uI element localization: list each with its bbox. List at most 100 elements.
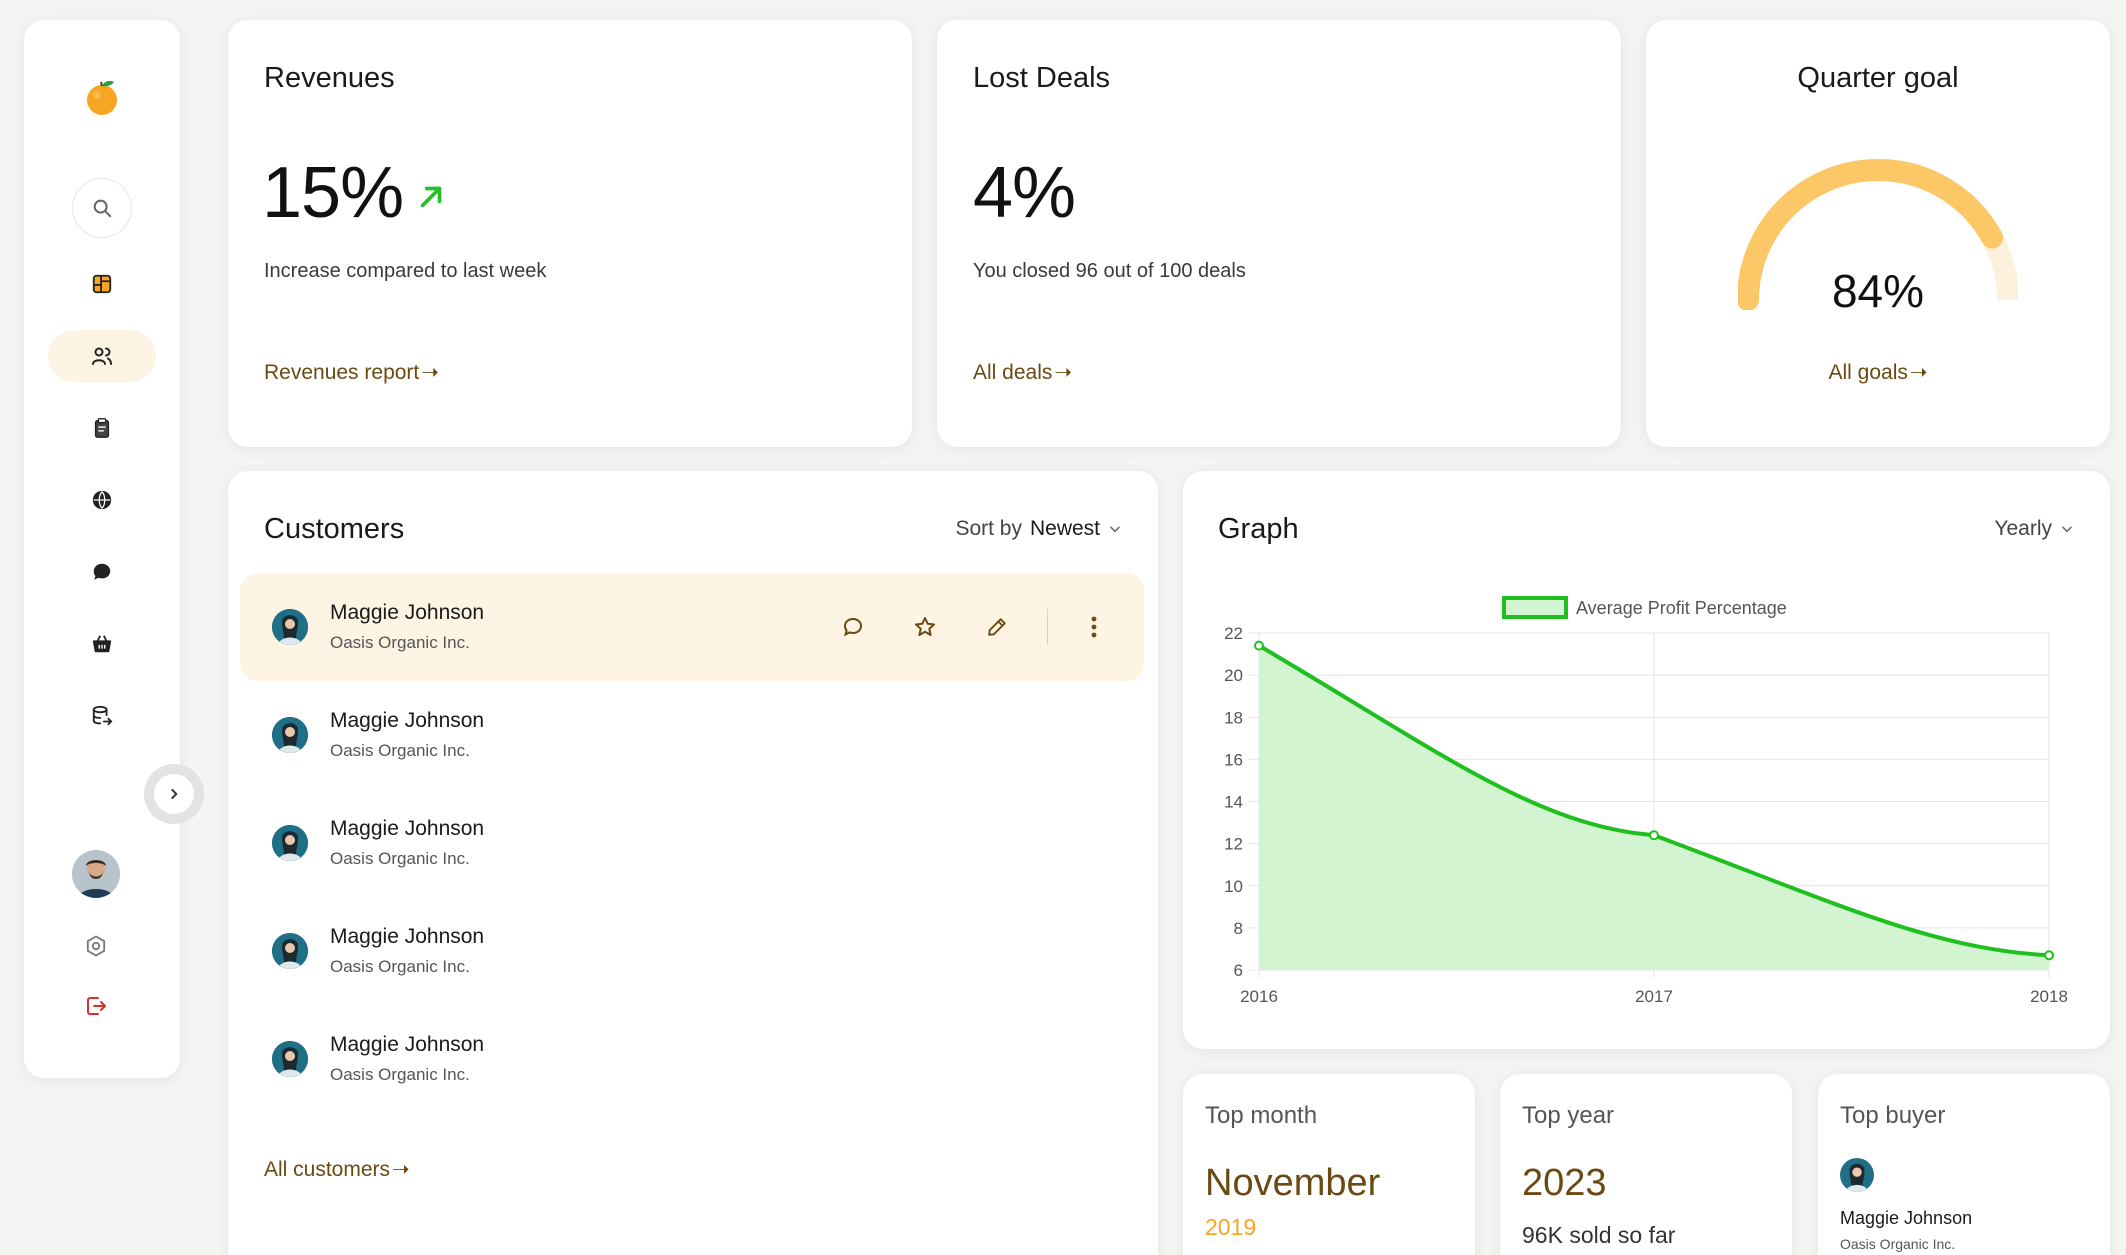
message-button[interactable]: [817, 607, 889, 647]
customer-avatar: [272, 717, 308, 753]
chat-bubble-icon: [843, 617, 863, 637]
actions-divider: [1047, 609, 1048, 645]
sidebar-collapse-button[interactable]: [144, 764, 204, 824]
sidebar-item-reports[interactable]: [48, 402, 156, 454]
customer-company: Oasis Organic Inc.: [330, 1065, 470, 1084]
customer-row[interactable]: Maggie Johnson Oasis Organic Inc.: [240, 789, 1144, 897]
users-icon: [92, 347, 112, 365]
sidebar-item-dashboard[interactable]: [48, 258, 156, 310]
y-tick-label: 20: [1224, 666, 1243, 685]
dashboard-icon: [92, 274, 112, 294]
chevron-down-icon: [1110, 526, 1120, 533]
top-year-card: Top year 2023 96K sold so far: [1500, 1074, 1792, 1255]
customers-title: Customers: [264, 513, 405, 545]
customer-company: Oasis Organic Inc.: [330, 849, 470, 868]
more-options-button[interactable]: [1074, 607, 1114, 647]
top-year-sold: 96K sold so far: [1522, 1222, 1676, 1248]
y-tick-label: 14: [1224, 793, 1243, 812]
top-buyer-title: Top buyer: [1840, 1102, 1946, 1129]
star-icon: [915, 617, 935, 636]
sort-label: Sort by: [955, 517, 1022, 540]
customer-row[interactable]: Maggie Johnson Oasis Organic Inc.: [240, 897, 1144, 1005]
chat-icon: [93, 563, 111, 580]
y-tick-label: 6: [1234, 961, 1243, 980]
all-goals-label: All goals: [1828, 361, 1908, 384]
edit-button[interactable]: [961, 607, 1033, 647]
data-point: [2044, 950, 2054, 961]
x-tick-label: 2016: [1240, 987, 1278, 1006]
basket-icon: [92, 635, 112, 653]
top-buyer-company: Oasis Organic Inc.: [1840, 1236, 1956, 1252]
logout-icon: [87, 997, 106, 1015]
data-point: [1254, 640, 1264, 651]
logo-icon[interactable]: [84, 78, 120, 118]
arrow-right-icon: ➝: [421, 361, 439, 384]
profit-chart: 6 8 10 12 14 16 18 20 22 2016 2017 2018 Average Prof…: [1224, 596, 2068, 1006]
chevron-right-icon: [171, 788, 178, 800]
sidebar-item-data[interactable]: [48, 690, 156, 742]
revenues-report-label: Revenues report: [264, 361, 420, 384]
settings-button[interactable]: [82, 932, 110, 960]
lost-deals-title: Lost Deals: [973, 62, 1111, 94]
clipboard-icon: [94, 418, 110, 438]
top-month-title: Top month: [1205, 1102, 1318, 1129]
trend-up-icon: [420, 186, 442, 208]
all-customers-link[interactable]: All customers➝: [264, 1157, 410, 1182]
search-icon: [93, 199, 112, 218]
customer-name: Maggie Johnson: [330, 1033, 485, 1056]
legend-swatch: [1502, 596, 1568, 619]
top-year-value: 2023: [1522, 1162, 1607, 1204]
top-month-value: November: [1205, 1162, 1381, 1204]
revenues-value: 15%: [262, 153, 404, 233]
y-tick-label: 16: [1224, 750, 1243, 769]
all-deals-link[interactable]: All deals➝: [973, 360, 1072, 385]
sort-dropdown[interactable]: Sort by Newest: [955, 517, 1122, 541]
customer-name: Maggie Johnson: [330, 709, 485, 732]
revenues-report-link[interactable]: Revenues report➝: [264, 360, 439, 385]
sidebar-item-orders[interactable]: [48, 618, 156, 670]
top-month-card: Top month November 2019: [1183, 1074, 1475, 1255]
top-buyer-avatar: [1840, 1158, 1874, 1192]
x-tick-label: 2018: [2030, 987, 2068, 1006]
customer-avatar: [272, 609, 308, 645]
revenues-title: Revenues: [264, 62, 395, 94]
customer-row[interactable]: Maggie Johnson Oasis Organic Inc.: [240, 681, 1144, 789]
customer-avatar: [272, 825, 308, 861]
y-tick-label: 8: [1234, 919, 1243, 938]
quarter-goal-title: Quarter goal: [1797, 62, 1959, 94]
customer-row[interactable]: Maggie Johnson Oasis Organic Inc.: [240, 1005, 1144, 1113]
customer-company: Oasis Organic Inc.: [330, 957, 470, 976]
top-buyer-card: Top buyer Maggie Johnson Oasis Organic I…: [1818, 1074, 2110, 1255]
lost-deals-description: You closed 96 out of 100 deals: [973, 260, 1246, 282]
database-export-icon: [92, 705, 113, 726]
lost-deals-value: 4%: [973, 153, 1076, 233]
logout-button[interactable]: [82, 992, 110, 1020]
customer-avatar: [272, 1041, 308, 1077]
y-tick-label: 12: [1224, 835, 1243, 854]
user-avatar[interactable]: [72, 850, 120, 898]
sidebar-item-global[interactable]: [48, 474, 156, 526]
top-buyer-name: Maggie Johnson: [1840, 1208, 1973, 1228]
sort-value: Newest: [1029, 517, 1100, 540]
sidebar-item-messages[interactable]: [48, 546, 156, 598]
favorite-button[interactable]: [889, 607, 961, 647]
all-goals-link[interactable]: All goals➝: [1646, 360, 2110, 385]
legend-label: Average Profit Percentage: [1576, 598, 1787, 618]
sidebar: [24, 20, 180, 1078]
customer-row-actions: [817, 607, 1114, 647]
x-tick-label: 2017: [1635, 987, 1673, 1006]
arrow-right-icon: ➝: [1054, 361, 1072, 384]
customers-card: Customers Sort by Newest Maggie Johnson O…: [228, 471, 1158, 1255]
customer-row[interactable]: Maggie Johnson Oasis Organic Inc.: [240, 573, 1144, 681]
all-deals-label: All deals: [973, 361, 1053, 384]
arrow-right-icon: ➝: [1909, 361, 1928, 384]
sidebar-item-customers[interactable]: [48, 330, 156, 382]
pencil-icon: [988, 618, 1006, 636]
data-point: [1649, 830, 1659, 841]
settings-icon: [86, 935, 106, 957]
revenues-description: Increase compared to last week: [264, 260, 547, 282]
search-button[interactable]: [72, 178, 132, 238]
quarter-goal-value: 84%: [1831, 265, 1925, 317]
customer-company: Oasis Organic Inc.: [330, 741, 470, 760]
globe-icon: [92, 490, 112, 510]
